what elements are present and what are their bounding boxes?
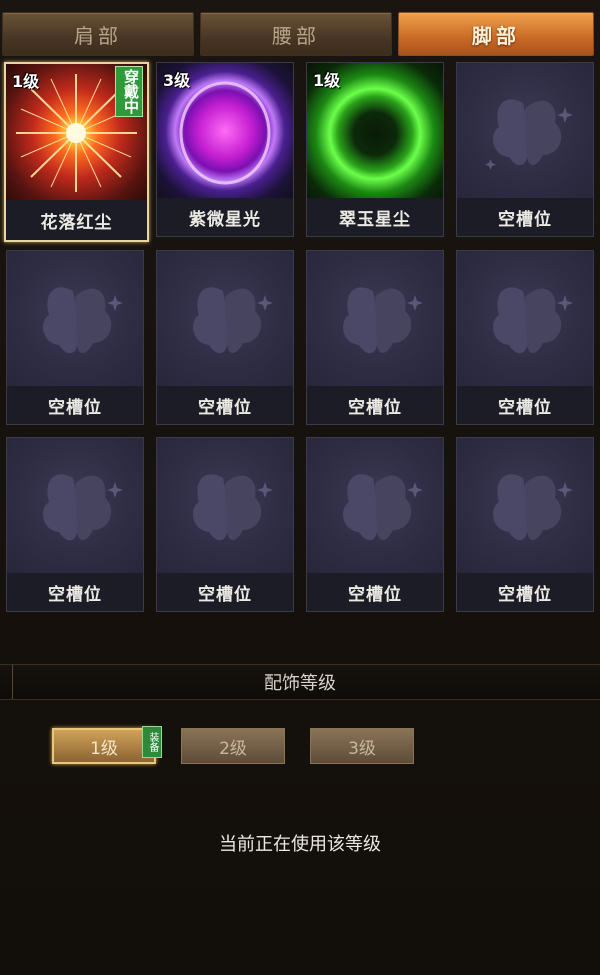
empty-slot-art bbox=[157, 438, 293, 574]
slot-name: 空槽位 bbox=[307, 573, 443, 611]
slot-3[interactable]: 1级 翠玉星尘 bbox=[306, 62, 444, 237]
empty-slot-art bbox=[457, 251, 593, 387]
slot-name: 空槽位 bbox=[457, 386, 593, 424]
slot-level: 3级 bbox=[163, 71, 191, 90]
butterfly-icon bbox=[43, 287, 123, 354]
accessory-panel: 肩部 腰部 脚部 1级 穿戴中 花落红尘 3级 紫微星光 1级 翠玉星尘 空槽位… bbox=[0, 0, 600, 975]
slot-name: 空槽位 bbox=[457, 573, 593, 611]
empty-slot-art bbox=[457, 438, 593, 574]
slot-name: 空槽位 bbox=[307, 386, 443, 424]
slot-12[interactable]: 空槽位 bbox=[456, 437, 594, 612]
level-button-label: 2级 bbox=[219, 738, 247, 759]
section-title: 配饰等级 bbox=[264, 673, 336, 694]
empty-slot-art bbox=[157, 251, 293, 387]
butterfly-icon bbox=[193, 287, 273, 354]
slot-11[interactable]: 空槽位 bbox=[306, 437, 444, 612]
tab-bar: 肩部 腰部 脚部 bbox=[0, 12, 600, 58]
butterfly-icon bbox=[343, 474, 423, 541]
slot-6[interactable]: 空槽位 bbox=[156, 250, 294, 425]
slot-level: 1级 bbox=[12, 72, 40, 91]
slot-name: 空槽位 bbox=[157, 573, 293, 611]
slot-5[interactable]: 空槽位 bbox=[6, 250, 144, 425]
butterfly-icon bbox=[493, 287, 573, 354]
slot-name: 空槽位 bbox=[7, 573, 143, 611]
empty-slot-art bbox=[457, 63, 593, 199]
empty-slot-art bbox=[7, 438, 143, 574]
butterfly-icon bbox=[493, 474, 573, 541]
slot-2[interactable]: 3级 紫微星光 bbox=[156, 62, 294, 237]
equip-badge: 装备 bbox=[142, 726, 162, 758]
level-1-button[interactable]: 1级 装备 bbox=[52, 726, 162, 764]
tab-waist[interactable]: 腰部 bbox=[200, 12, 392, 56]
slot-name: 空槽位 bbox=[457, 198, 593, 236]
butterfly-icon bbox=[193, 474, 273, 541]
level-button-label: 1级 bbox=[90, 738, 118, 759]
slot-10[interactable]: 空槽位 bbox=[156, 437, 294, 612]
slot-name: 空槽位 bbox=[7, 386, 143, 424]
wearing-badge: 穿戴中 bbox=[115, 66, 143, 117]
slot-8[interactable]: 空槽位 bbox=[456, 250, 594, 425]
butterfly-icon bbox=[343, 287, 423, 354]
empty-slot-art bbox=[7, 251, 143, 387]
level-button-label: 3级 bbox=[348, 738, 376, 759]
empty-slot-art bbox=[307, 438, 443, 574]
slot-1[interactable]: 1级 穿戴中 花落红尘 bbox=[4, 62, 149, 242]
empty-slot-art bbox=[307, 251, 443, 387]
status-text: 当前正在使用该等级 bbox=[219, 834, 381, 855]
level-3-button[interactable]: 3级 bbox=[310, 728, 414, 764]
section-divider: 配饰等级 bbox=[0, 664, 600, 700]
slot-name: 翠玉星尘 bbox=[307, 198, 443, 236]
slot-4[interactable]: 空槽位 bbox=[456, 62, 594, 237]
slot-name: 空槽位 bbox=[157, 386, 293, 424]
level-2-button[interactable]: 2级 bbox=[181, 728, 285, 764]
tab-shoulder[interactable]: 肩部 bbox=[2, 12, 194, 56]
slot-level: 1级 bbox=[313, 71, 341, 90]
slot-9[interactable]: 空槽位 bbox=[6, 437, 144, 612]
slot-7[interactable]: 空槽位 bbox=[306, 250, 444, 425]
slot-name: 紫微星光 bbox=[157, 198, 293, 236]
slot-name: 花落红尘 bbox=[6, 200, 147, 240]
tab-feet[interactable]: 脚部 bbox=[398, 12, 594, 56]
butterfly-icon bbox=[43, 474, 123, 541]
butterfly-icon bbox=[485, 99, 573, 170]
